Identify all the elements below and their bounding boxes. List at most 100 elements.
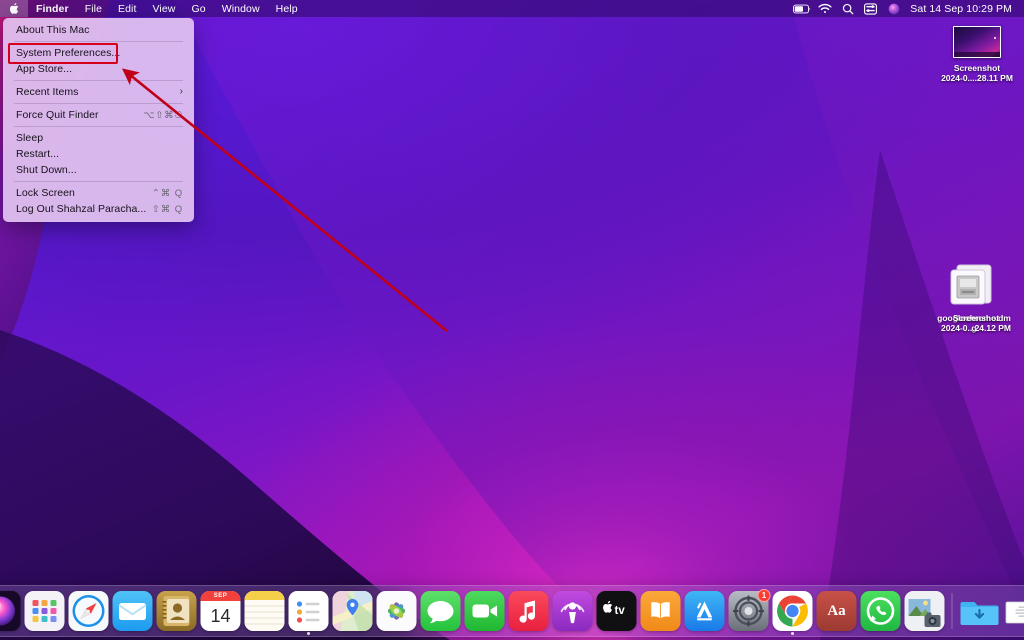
- menu-bar-item-label: View: [152, 2, 176, 15]
- facetime-icon: [464, 591, 505, 631]
- dock-item-launchpad[interactable]: [24, 590, 66, 632]
- dock[interactable]: SEP 14 tv 1 Aa: [0, 585, 1024, 637]
- appletv-icon: tv: [596, 591, 637, 631]
- dock-item-facetime[interactable]: [464, 590, 506, 632]
- dock-item-dictionary[interactable]: Aa: [816, 590, 858, 632]
- desktop-icon-screenshot-1[interactable]: Screenshot 2024-0....28.11 PM: [929, 26, 1024, 83]
- apple-dropdown-menu[interactable]: About This Mac System Preferences... App…: [3, 18, 194, 222]
- menu-item-label: System Preferences...: [16, 47, 121, 59]
- desktop-icon-screenshot-2[interactable]: Screenshot 2024-0...24.12 PM: [928, 308, 1024, 333]
- menu-item-force-quit-finder[interactable]: Force Quit Finder ⌥⇧⌘⎋: [3, 107, 194, 123]
- dock-item-document-stack[interactable]: [1003, 590, 1024, 632]
- notes-icon: [244, 591, 285, 631]
- books-icon: [640, 591, 681, 631]
- menu-bar-clock[interactable]: Sat 14 Sep 10:29 PM: [905, 3, 1017, 15]
- dock-item-chrome[interactable]: [772, 590, 814, 635]
- whatsapp-icon: [860, 591, 901, 631]
- music-icon: [508, 591, 549, 631]
- menu-item-lock-screen[interactable]: Lock Screen ⌃⌘ Q: [3, 185, 194, 201]
- search-icon[interactable]: [836, 0, 859, 17]
- menu-item-label: About This Mac: [16, 24, 90, 36]
- menu-item-label: Force Quit Finder: [16, 109, 99, 121]
- menu-item-log-out[interactable]: Log Out Shahzal Paracha... ⇧⌘ Q: [3, 201, 194, 217]
- menu-item-restart[interactable]: Restart...: [3, 146, 194, 162]
- menu-item-shortcut: ⌥⇧⌘⎋: [143, 109, 183, 121]
- podcasts-icon: [552, 591, 593, 631]
- menu-item-about-this-mac[interactable]: About This Mac: [3, 22, 194, 38]
- menu-separator: [14, 103, 183, 104]
- dock-item-safari[interactable]: [68, 590, 110, 632]
- menu-bar-item-label: Edit: [118, 2, 137, 15]
- dock-item-books[interactable]: [640, 590, 682, 632]
- image-capture-icon: [904, 591, 945, 631]
- dock-item-photos[interactable]: [376, 590, 418, 632]
- menu-item-sleep[interactable]: Sleep: [3, 130, 194, 146]
- menu-bar-status-area: Sat 14 Sep 10:29 PM: [790, 0, 1024, 17]
- menu-separator: [14, 181, 183, 182]
- launchpad-icon: [24, 591, 65, 631]
- menu-item-app-store[interactable]: App Store...: [3, 61, 194, 77]
- menu-item-label: Sleep: [16, 132, 44, 144]
- menu-bar-item-label: File: [84, 2, 103, 15]
- calendar-day-label: 14: [210, 606, 231, 626]
- dock-item-appletv[interactable]: tv: [596, 590, 638, 632]
- menu-bar-item-label: Finder: [36, 2, 69, 15]
- siri-icon[interactable]: [882, 0, 905, 17]
- menu-item-shortcut: ⌃⌘ Q: [151, 187, 183, 199]
- dock-item-downloads-folder[interactable]: [959, 590, 1001, 632]
- dock-item-podcasts[interactable]: [552, 590, 594, 632]
- mail-icon: [112, 591, 153, 631]
- apple-logo-icon[interactable]: [0, 0, 28, 17]
- menu-bar[interactable]: Finder File Edit View Go Window Help Sat…: [0, 0, 1024, 17]
- appstore-icon: [684, 591, 725, 631]
- dock-item-notes[interactable]: [244, 590, 286, 632]
- dock-item-siri[interactable]: [0, 590, 22, 632]
- menu-bar-item-window[interactable]: Window: [214, 0, 268, 17]
- calendar-icon: SEP 14: [200, 591, 241, 631]
- dock-item-music[interactable]: [508, 590, 550, 632]
- menu-bar-item-label: Help: [275, 2, 298, 15]
- dictionary-glyph-label: Aa: [827, 602, 846, 619]
- menu-separator: [14, 80, 183, 81]
- dock-item-reminders[interactable]: [288, 590, 330, 635]
- notification-badge: 1: [757, 589, 771, 602]
- menu-bar-item-file[interactable]: File: [77, 0, 110, 17]
- menu-bar-item-label: Go: [191, 2, 206, 15]
- chrome-icon: [772, 591, 813, 631]
- dock-item-calendar[interactable]: SEP 14: [200, 590, 242, 632]
- dock-item-maps[interactable]: [332, 590, 374, 632]
- menu-bar-item-view[interactable]: View: [145, 0, 184, 17]
- photos-icon: [376, 591, 417, 631]
- menu-bar-item-finder[interactable]: Finder: [28, 0, 77, 17]
- dock-item-messages[interactable]: [420, 590, 462, 632]
- dock-item-mail[interactable]: [112, 590, 154, 632]
- dmg-disk-image-icon: [947, 262, 1001, 308]
- menu-item-recent-items[interactable]: Recent Items ›: [3, 84, 194, 100]
- battery-icon[interactable]: [790, 0, 813, 17]
- control-center-icon[interactable]: [859, 0, 882, 17]
- svg-text:tv: tv: [615, 605, 626, 617]
- menu-item-system-preferences[interactable]: System Preferences...: [3, 45, 194, 61]
- menu-item-shut-down[interactable]: Shut Down...: [3, 162, 194, 178]
- menu-item-label: Restart...: [16, 148, 60, 160]
- running-indicator-dot: [307, 632, 310, 635]
- dock-item-appstore[interactable]: [684, 590, 726, 632]
- dock-item-whatsapp[interactable]: [860, 590, 902, 632]
- menu-bar-item-edit[interactable]: Edit: [110, 0, 145, 17]
- reminders-icon: [288, 591, 329, 631]
- desktop-icon-label: Screenshot 2024-0...24.12 PM: [941, 313, 1011, 333]
- screenshot-thumbnail-icon: [953, 26, 1001, 58]
- document-stack-icon: [1004, 591, 1024, 631]
- wifi-icon[interactable]: [813, 0, 836, 17]
- menu-item-label: Recent Items: [16, 86, 79, 98]
- maps-icon: [332, 591, 373, 631]
- desktop-icon-label: Screenshot 2024-0....28.11 PM: [941, 63, 1013, 83]
- menu-item-label: App Store...: [16, 63, 73, 75]
- dock-item-image-capture[interactable]: [904, 590, 946, 632]
- dock-item-system-preferences[interactable]: 1: [728, 589, 771, 632]
- menu-bar-item-go[interactable]: Go: [184, 0, 214, 17]
- dock-item-contacts[interactable]: [156, 590, 198, 632]
- menu-bar-item-label: Window: [221, 2, 260, 15]
- menu-bar-item-help[interactable]: Help: [268, 0, 306, 17]
- menu-separator: [14, 126, 183, 127]
